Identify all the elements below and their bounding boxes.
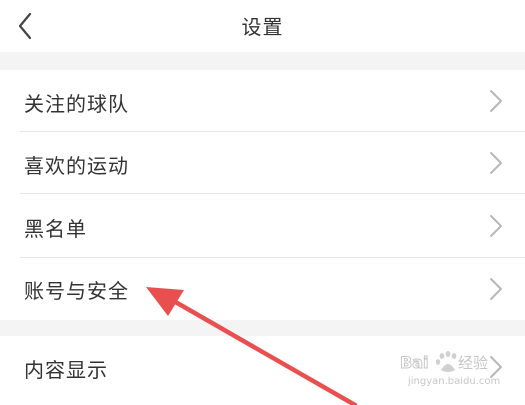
page-title: 设置: [241, 15, 284, 39]
svg-text:Bai: Bai: [400, 353, 428, 372]
menu-item-blacklist[interactable]: 黑名单: [0, 194, 525, 258]
baidu-watermark: Bai 经验 jingyan.baidu.com: [398, 346, 500, 392]
chevron-right-icon: [489, 89, 503, 113]
menu-item-account-security[interactable]: 账号与安全: [0, 258, 525, 320]
menu-item-followed-teams[interactable]: 关注的球队: [0, 70, 525, 132]
menu-item-label: 内容显示: [24, 358, 108, 382]
menu-item-label: 黑名单: [24, 217, 87, 241]
baidu-paw-logo: Bai 经验: [400, 351, 488, 373]
watermark-domain: jingyan.baidu.com: [408, 376, 501, 387]
menu-item-label: 账号与安全: [24, 279, 129, 303]
chevron-right-icon: [489, 151, 503, 175]
svg-text:经验: 经验: [458, 354, 488, 372]
chevron-right-icon: [489, 277, 503, 301]
menu-item-favorite-sports[interactable]: 喜欢的运动: [0, 132, 525, 194]
menu-item-label: 喜欢的运动: [24, 154, 129, 178]
nav-header: 设置: [0, 0, 525, 52]
chevron-right-icon: [489, 214, 503, 238]
menu-item-label: 关注的球队: [24, 92, 129, 116]
